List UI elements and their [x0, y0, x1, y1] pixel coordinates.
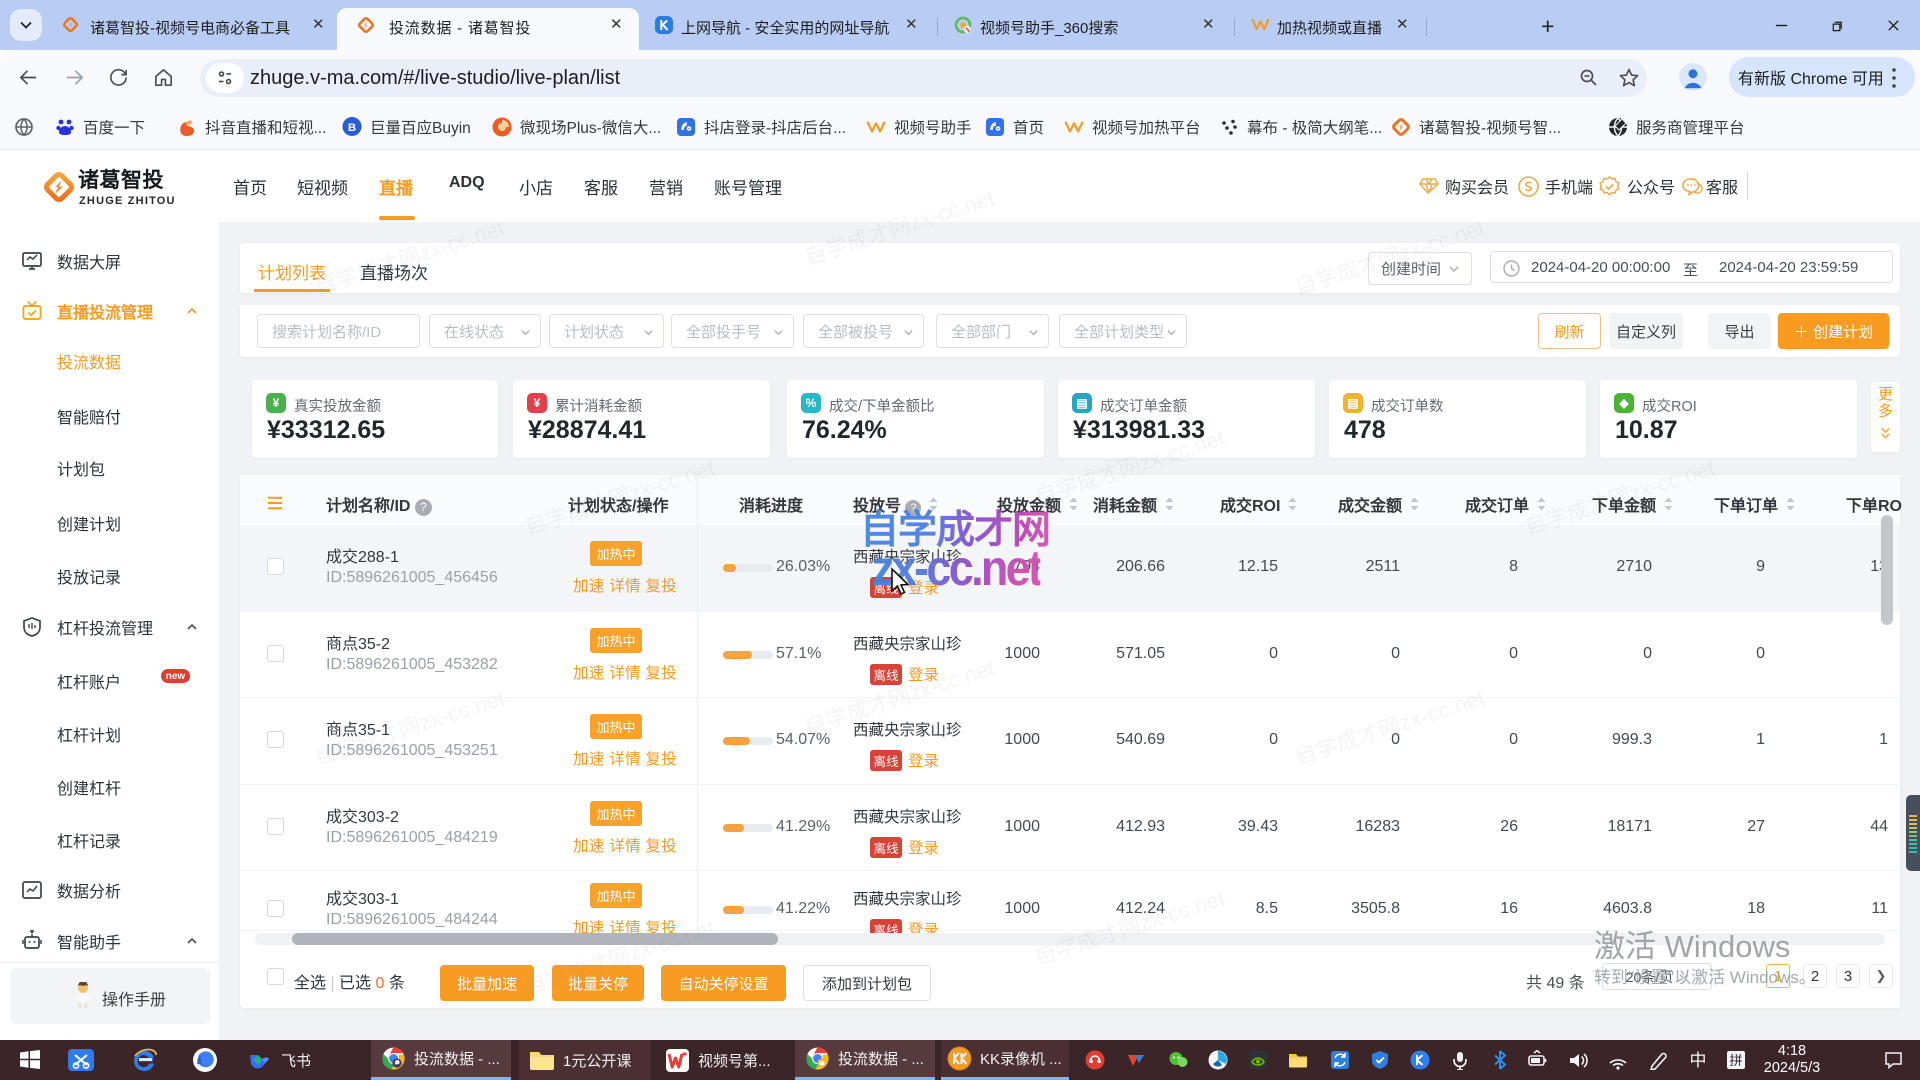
svg-text:中: 中 [1690, 1051, 1707, 1070]
svg-text:B: B [348, 122, 356, 134]
svg-text:拼: 拼 [1729, 1053, 1742, 1068]
